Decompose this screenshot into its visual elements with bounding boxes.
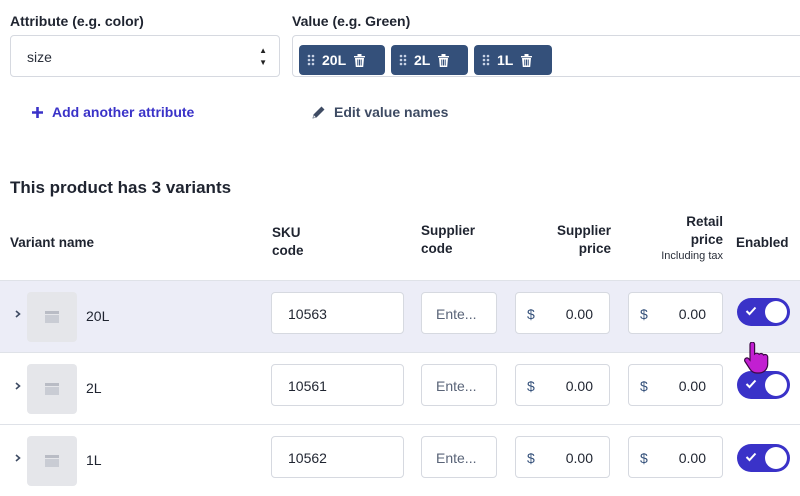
supplier-code-placeholder: Ente...	[436, 450, 477, 466]
value-label: Value (e.g. Green)	[292, 13, 411, 29]
currency-symbol: $	[527, 306, 535, 322]
supplier-price-value: 0.00	[565, 306, 593, 322]
pencil-icon	[312, 106, 325, 118]
value-chip-label: 1L	[497, 52, 514, 68]
variant-image-placeholder[interactable]	[27, 292, 77, 342]
retail-price-value: 0.00	[678, 378, 706, 394]
chevron-right-icon[interactable]	[14, 451, 22, 465]
sku-input[interactable]: 10562	[271, 436, 404, 478]
image-placeholder-icon	[45, 311, 59, 323]
table-row[interactable]: 2L 10561 Ente... $0.00 $0.00	[0, 352, 800, 424]
supplier-code-placeholder: Ente...	[436, 378, 477, 394]
header-supplier-code: Supplier code	[421, 222, 475, 258]
header-supplier-price-line1: Supplier	[556, 223, 611, 238]
table-row[interactable]: 20L 10563 Ente... $0.00 $0.00	[0, 280, 800, 352]
trash-icon[interactable]	[521, 53, 533, 67]
retail-price-input[interactable]: $0.00	[628, 436, 723, 478]
attribute-select-value: size	[27, 49, 52, 65]
attribute-label: Attribute (e.g. color)	[10, 13, 144, 29]
header-sku-line1: SKU	[272, 225, 301, 240]
supplier-code-input[interactable]: Ente...	[421, 292, 497, 334]
sku-value: 10562	[288, 450, 327, 466]
supplier-price-input[interactable]: $0.00	[515, 364, 610, 406]
currency-symbol: $	[527, 378, 535, 394]
value-chip[interactable]: 20L	[299, 45, 385, 75]
header-retail-price-line1: Retail	[686, 214, 723, 229]
attribute-select[interactable]: size ▲ ▼	[10, 35, 280, 77]
retail-price-value: 0.00	[678, 306, 706, 322]
header-sku-line2: code	[272, 243, 304, 258]
chevron-right-icon[interactable]	[14, 307, 22, 321]
header-enabled: Enabled	[736, 235, 789, 250]
value-chip[interactable]: 2L	[391, 45, 468, 75]
chevron-right-icon[interactable]	[14, 379, 22, 393]
toggle-knob	[765, 301, 787, 323]
value-chip-input[interactable]: 20L 2L 1L	[292, 35, 800, 77]
plus-icon	[32, 106, 43, 118]
sku-value: 10561	[288, 378, 327, 394]
drag-handle-icon[interactable]	[307, 54, 315, 66]
variant-name: 20L	[86, 308, 110, 324]
enabled-toggle[interactable]	[737, 444, 790, 472]
header-supplier-price: Supplier price	[540, 222, 611, 258]
supplier-price-input[interactable]: $0.00	[515, 436, 610, 478]
value-chip-label: 20L	[322, 52, 347, 68]
supplier-price-value: 0.00	[565, 450, 593, 466]
header-retail-price-line2: price	[690, 232, 723, 247]
hand-cursor-icon	[744, 342, 769, 374]
supplier-code-placeholder: Ente...	[436, 306, 477, 322]
header-supplier-price-line2: price	[578, 241, 611, 256]
variant-image-placeholder[interactable]	[27, 364, 77, 414]
sku-input[interactable]: 10563	[271, 292, 404, 334]
variant-name: 2L	[86, 380, 102, 396]
edit-value-names-label: Edit value names	[334, 104, 449, 120]
enabled-toggle[interactable]	[737, 371, 790, 399]
currency-symbol: $	[640, 378, 648, 394]
value-chip-label: 2L	[414, 52, 431, 68]
header-retail-price: Retail price Including tax	[640, 213, 723, 263]
header-retail-price-note: Including tax	[661, 250, 723, 262]
check-icon	[745, 306, 757, 316]
currency-symbol: $	[527, 450, 535, 466]
check-icon	[745, 379, 757, 389]
header-sku-code: SKU code	[272, 224, 304, 260]
trash-icon[interactable]	[438, 53, 450, 67]
supplier-price-input[interactable]: $0.00	[515, 292, 610, 334]
supplier-code-input[interactable]: Ente...	[421, 364, 497, 406]
sku-input[interactable]: 10561	[271, 364, 404, 406]
supplier-price-value: 0.00	[565, 378, 593, 394]
toggle-knob	[765, 374, 787, 396]
add-attribute-label: Add another attribute	[52, 104, 195, 120]
toggle-knob	[765, 447, 787, 469]
edit-value-names-link[interactable]: Edit value names	[312, 104, 448, 120]
header-variant-name: Variant name	[10, 235, 95, 250]
image-placeholder-icon	[45, 455, 59, 467]
retail-price-value: 0.00	[678, 450, 706, 466]
supplier-code-input[interactable]: Ente...	[421, 436, 497, 478]
enabled-toggle[interactable]	[737, 298, 790, 326]
drag-handle-icon[interactable]	[482, 54, 490, 66]
add-attribute-link[interactable]: Add another attribute	[32, 104, 194, 120]
variant-name: 1L	[86, 452, 102, 468]
header-supplier-code-line1: Supplier	[421, 223, 476, 238]
drag-handle-icon[interactable]	[399, 54, 407, 66]
variant-image-placeholder[interactable]	[27, 436, 77, 486]
table-row[interactable]: 1L 10562 Ente... $0.00 $0.00	[0, 424, 800, 496]
retail-price-input[interactable]: $0.00	[628, 364, 723, 406]
image-placeholder-icon	[45, 383, 59, 395]
retail-price-input[interactable]: $0.00	[628, 292, 723, 334]
trash-icon[interactable]	[354, 53, 366, 67]
check-icon	[745, 452, 757, 462]
currency-symbol: $	[640, 306, 648, 322]
variants-heading: This product has 3 variants	[10, 178, 232, 197]
select-arrows-icon: ▲ ▼	[259, 46, 267, 67]
header-supplier-code-line2: code	[421, 241, 453, 256]
sku-value: 10563	[288, 306, 327, 322]
value-chip[interactable]: 1L	[474, 45, 552, 75]
currency-symbol: $	[640, 450, 648, 466]
